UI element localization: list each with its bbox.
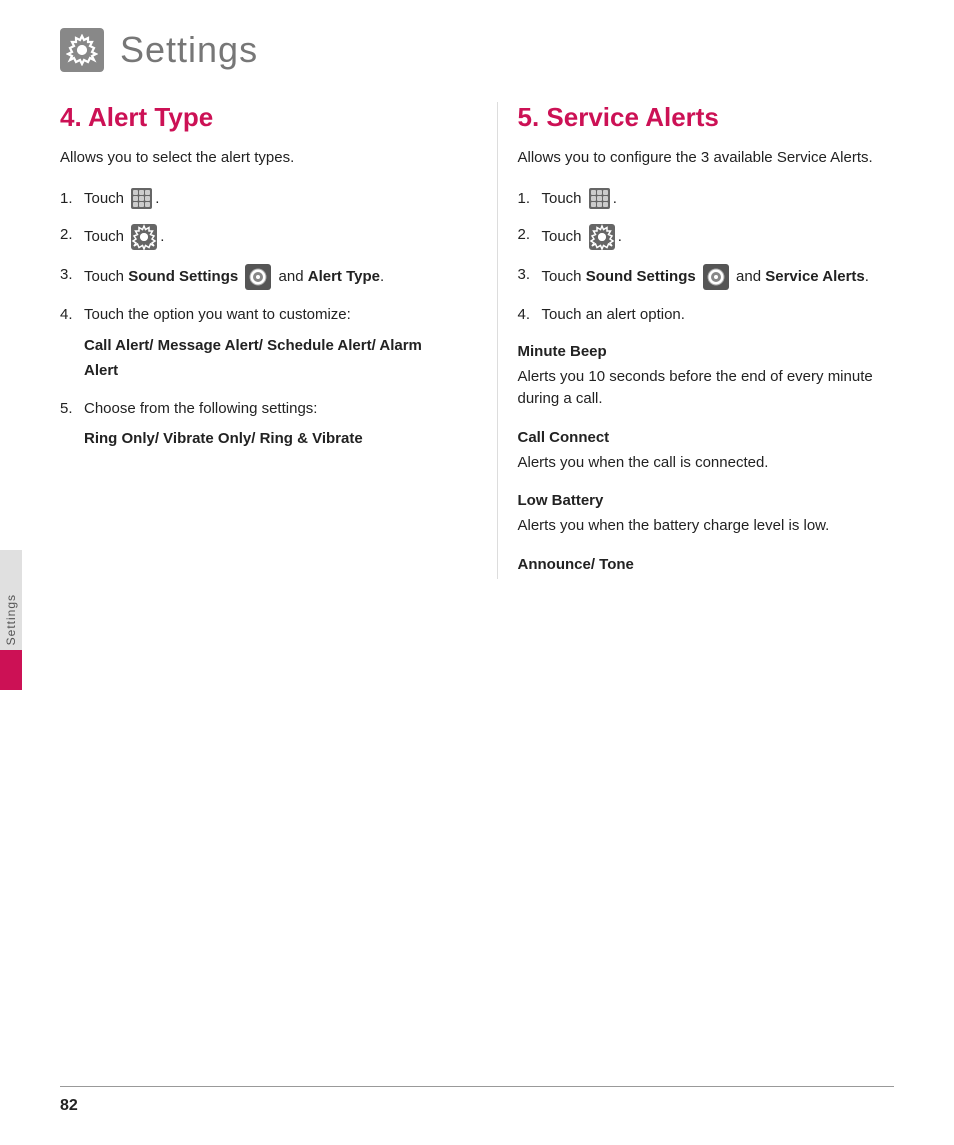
settings-icon-header [60,28,104,72]
r-step-1-text: Touch . [542,188,617,211]
step-num-3: 3. [60,264,84,287]
step-4-text: Touch the option you want to customize: … [84,304,437,384]
sidebar-tab: Settings [0,550,22,690]
menu-icon-1 [131,188,152,209]
step-num-5: 5. [60,398,84,421]
sound-icon-3 [245,264,271,290]
section-title-service-alerts: 5. Service Alerts [518,102,895,133]
step-3-left: 3. Touch Sound Settings and Alert Type. [60,264,437,290]
step-num-2: 2. [60,224,84,247]
step-4-sublist: Call Alert/ Message Alert/ Schedule Aler… [84,333,437,384]
r-step-2-text: Touch . [542,224,622,250]
sidebar-bar: Settings [0,550,22,690]
step-5-sublist: Ring Only/ Vibrate Only/ Ring & Vibrate [84,426,363,452]
r-step-3-bold2: Service Alerts [765,268,865,285]
minute-beep-text: Alerts you 10 seconds before the end of … [518,366,895,411]
r-step-4-text: Touch an alert option. [542,304,685,327]
alert-type-description: Allows you to select the alert types. [60,147,437,170]
step-1-right: 1. Touch . [518,188,895,211]
r-step-3-bold1: Sound Settings [586,268,696,285]
step-5-text: Choose from the following settings: Ring… [84,398,363,452]
call-connect-text: Alerts you when the call is connected. [518,452,895,475]
step-4-left: 4. Touch the option you want to customiz… [60,304,437,384]
announce-tone-title: Announce/ Tone [518,556,895,573]
page-number: 82 [60,1097,894,1115]
r-step-3-text: Touch Sound Settings and Service Alerts. [542,264,869,290]
step-3-text: Touch Sound Settings and Alert Type. [84,264,384,290]
step-2-left: 2. Touch . [60,224,437,250]
menu-icon-r1 [589,188,610,209]
main-content: 4. Alert Type Allows you to select the a… [0,92,954,619]
low-battery-text: Alerts you when the battery charge level… [518,515,895,538]
page-header: Settings [0,0,954,92]
step-2-right: 2. Touch . [518,224,895,250]
step-5-left: 5. Choose from the following settings: R… [60,398,437,452]
page-footer: 82 [60,1086,894,1115]
step-2-text: Touch . [84,224,164,250]
step-4-right: 4. Touch an alert option. [518,304,895,327]
minute-beep-title: Minute Beep [518,343,895,360]
low-battery-title: Low Battery [518,492,895,509]
r-step-num-3: 3. [518,264,542,287]
gear-icon-r2 [589,224,615,250]
section-title-alert-type: 4. Alert Type [60,102,437,133]
sidebar-label: Settings [4,594,18,645]
gear-icon-2 [131,224,157,250]
page-title: Settings [120,29,258,71]
step-3-bold1: Sound Settings [128,268,238,285]
step-1-text: Touch . [84,188,159,211]
step-num-4: 4. [60,304,84,327]
r-step-num-2: 2. [518,224,542,247]
right-column: 5. Service Alerts Allows you to configur… [497,102,895,579]
service-alerts-description: Allows you to configure the 3 available … [518,147,895,170]
r-step-num-4: 4. [518,304,542,327]
sound-icon-r3 [703,264,729,290]
step-3-right: 3. Touch Sound Settings and Service Aler… [518,264,895,290]
r-step-num-1: 1. [518,188,542,211]
step-num-1: 1. [60,188,84,211]
step-3-bold2: Alert Type [308,268,380,285]
step-1-left: 1. Touch . [60,188,437,211]
call-connect-title: Call Connect [518,429,895,446]
left-column: 4. Alert Type Allows you to select the a… [60,102,457,579]
